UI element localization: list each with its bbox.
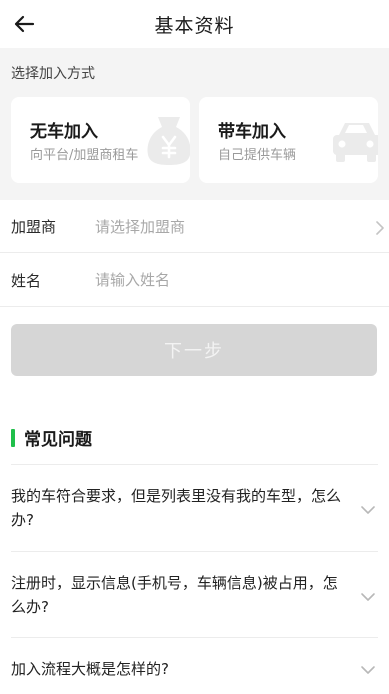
- faq-title: 常见问题: [24, 430, 92, 450]
- faq-question: 注册时，显示信息(手机号，车辆信息)被占用，怎么办?: [11, 574, 338, 616]
- faq-item[interactable]: 注册时，显示信息(手机号，车辆信息)被占用，怎么办?: [11, 551, 378, 637]
- franchisee-placeholder: 请选择加盟商: [95, 217, 186, 236]
- car-icon: [333, 123, 378, 162]
- back-button[interactable]: [8, 8, 40, 40]
- faq-accent-bar: [11, 428, 15, 447]
- franchisee-selector[interactable]: 加盟商 请选择加盟商: [0, 200, 389, 253]
- faq-question: 我的车符合要求，但是列表里没有我的车型，怎么办?: [11, 487, 342, 529]
- name-label: 姓名: [11, 271, 42, 290]
- join-method-label: 选择加入方式: [11, 66, 95, 82]
- chevron-down-icon: [361, 506, 375, 514]
- card-subtitle: 自己提供车辆: [218, 148, 297, 163]
- chevron-down-icon: [361, 593, 375, 601]
- money-bag-icon: [147, 117, 190, 165]
- arrow-left-icon: [14, 15, 35, 33]
- faq-item[interactable]: 加入流程大概是怎样的?: [11, 637, 378, 694]
- faq-header: 常见问题: [11, 425, 92, 450]
- franchisee-label: 加盟商: [11, 217, 57, 236]
- chevron-down-icon: [361, 666, 375, 674]
- card-title: 带车加入: [218, 122, 286, 142]
- card-subtitle: 向平台/加盟商租车: [30, 148, 139, 163]
- next-step-button[interactable]: 下一步: [11, 324, 377, 376]
- join-with-car-card[interactable]: 带车加入 自己提供车辆: [199, 97, 378, 183]
- name-input[interactable]: [95, 265, 365, 295]
- name-row: 姓名: [0, 254, 389, 307]
- chevron-right-icon: [376, 221, 384, 235]
- page-title: 基本资料: [154, 14, 235, 37]
- top-bar: 基本资料: [0, 0, 389, 48]
- faq-question: 加入流程大概是怎样的?: [11, 660, 169, 678]
- join-without-car-card[interactable]: 无车加入 向平台/加盟商租车: [11, 97, 190, 183]
- faq-item[interactable]: 我的车符合要求，但是列表里没有我的车型，怎么办?: [11, 464, 378, 551]
- card-title: 无车加入: [30, 122, 98, 142]
